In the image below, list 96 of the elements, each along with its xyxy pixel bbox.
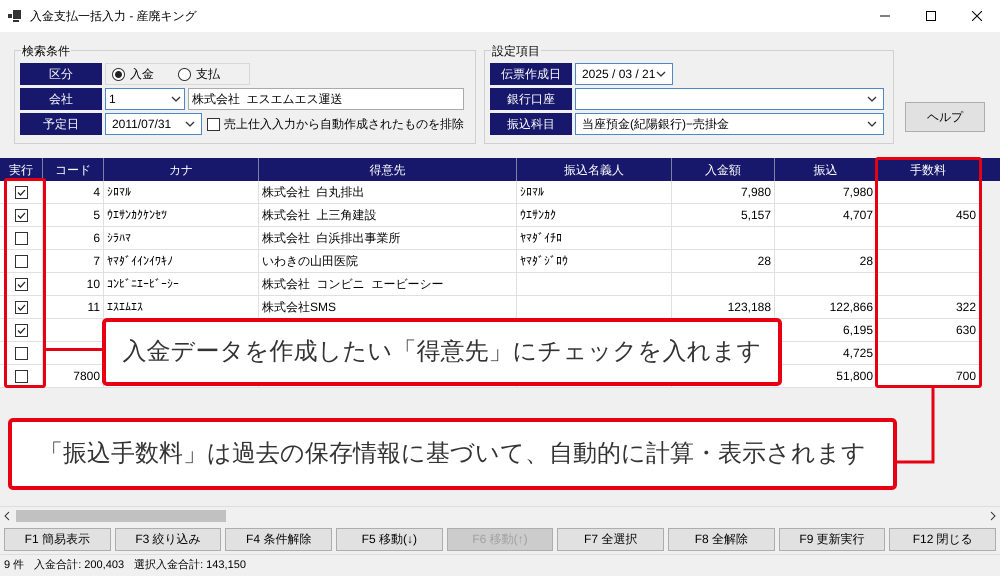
table-cell-text: 630 [956, 322, 976, 339]
chevron-down-icon[interactable] [171, 96, 181, 102]
column-header[interactable]: 入金額 [672, 158, 775, 181]
function-key-button[interactable]: F12 閉じる [889, 528, 996, 550]
function-key-button[interactable]: F7 全選択 [557, 528, 664, 550]
table-cell-text: 4,707 [842, 207, 873, 224]
checkbox[interactable] [207, 118, 220, 130]
checkbox[interactable] [14, 232, 28, 244]
table-cell-text: ｺﾝﾋﾞﾆｴｰﾋﾞｰｼｰ [107, 276, 179, 293]
date-picker[interactable]: 2025 / 03 / 21 [575, 63, 673, 85]
checkbox[interactable] [14, 370, 28, 382]
group-title: 検索条件 [21, 42, 71, 60]
column-header[interactable]: 得意先 [259, 158, 517, 181]
field-label: 振込科目 [490, 113, 572, 135]
status-text: 選択入金合計: 143,150 [134, 558, 246, 574]
field-label: 区分 [20, 63, 102, 85]
table-cell-text: 7800 [73, 368, 100, 385]
chevron-down-icon[interactable] [185, 121, 195, 127]
table-cell-text: 株式会社 上三角建設 [262, 207, 377, 224]
help-button[interactable]: ヘルプ [905, 102, 985, 132]
column-header[interactable]: カナ [104, 158, 259, 181]
column-header[interactable]: 振込名義人 [517, 158, 672, 181]
checkbox[interactable] [14, 278, 28, 290]
code-dropdown[interactable]: 1 [105, 88, 185, 110]
table-cell-text: 株式会社 白浜排出事業所 [262, 230, 401, 247]
table-cell-text: 5,157 [740, 207, 771, 224]
table-cell-text: 51,800 [836, 368, 873, 385]
table-cell-text: 450 [956, 207, 976, 224]
table-cell-text: ｼﾗﾊﾏ [107, 230, 131, 247]
table-cell-text: 28 [758, 253, 771, 270]
window-title: 入金支払一括入力 - 産廃キング [30, 8, 197, 25]
table-cell-text: 6 [93, 230, 100, 247]
status-text: 入金合計: 200,403 [34, 558, 124, 574]
table-cell-text: 株式会社SMS [262, 299, 336, 316]
checkbox-label: 売上仕入入力から自動作成されたものを排除 [224, 116, 464, 133]
table-cell-text: 6,195 [842, 322, 873, 339]
chevron-down-icon[interactable] [867, 96, 877, 102]
table-cell-text: 4,725 [842, 345, 873, 362]
header-background [980, 158, 1000, 181]
table-cell-text: 10 [86, 276, 100, 293]
table-cell-text: 700 [956, 368, 976, 385]
callout: 入金データを作成したい「得意先」にチェックを入れます [102, 318, 782, 386]
field-label: 会社 [20, 88, 102, 110]
function-key-button[interactable]: F8 全解除 [668, 528, 775, 550]
function-key-button[interactable]: F1 簡易表示 [4, 528, 111, 550]
table-cell-text: 11 [88, 299, 100, 316]
column-header[interactable]: 手数料 [877, 158, 980, 181]
app-icon [8, 10, 22, 22]
checkbox[interactable] [14, 208, 28, 222]
field-label: 銀行口座 [490, 88, 572, 110]
table-cell-text: ｳｴｻﾝｶｸ [520, 207, 556, 224]
column-header[interactable]: コード [43, 158, 104, 181]
function-key-button[interactable]: F9 更新実行 [778, 528, 886, 550]
company-name-field[interactable]: 株式会社 エスエムエス運送 [188, 88, 464, 110]
table-cell-text: 7,980 [842, 184, 873, 201]
table-cell-text: ﾔﾏﾀﾞｲｲﾝｲﾜｷﾉ [107, 253, 173, 270]
leader-line [46, 348, 102, 351]
checkbox[interactable] [14, 186, 28, 198]
horizontal-scrollbar[interactable] [0, 506, 1000, 524]
table-cell-text: 5 [93, 207, 100, 224]
chevron-down-icon[interactable] [867, 121, 877, 127]
table-cell-text: 122,866 [830, 299, 873, 316]
column-header[interactable]: 振込 [775, 158, 877, 181]
table-cell-text: 7 [93, 253, 100, 270]
table-cell-text: いわきの山田医院 [262, 253, 358, 270]
group-title: 設定項目 [491, 42, 541, 60]
callout: 「振込手数料」は過去の保存情報に基づいて、自動的に計算・表示されます [8, 418, 897, 490]
table-cell-text: 28 [860, 253, 873, 270]
table-cell-text: 123,188 [728, 299, 771, 316]
table-cell-text: 株式会社 白丸排出 [262, 184, 365, 201]
table-cell-text: 4 [93, 184, 100, 201]
table-cell-text: ﾔﾏﾀﾞｼﾞﾛｳ [520, 253, 568, 270]
table-cell-text: ｴｽｴﾑｴｽ [107, 299, 143, 316]
dropdown[interactable] [575, 88, 884, 110]
table-cell-text: 株式会社 コンビニ エービーシー [262, 276, 444, 293]
radio-button[interactable]: 入金 [112, 65, 154, 83]
table-cell-text: 7,980 [740, 184, 771, 201]
checkbox[interactable] [14, 346, 28, 360]
table-cell-text: ｳｴｻﾝｶｸｹﾝｾﾂ [107, 207, 167, 224]
checkbox[interactable] [14, 300, 28, 314]
function-key-button[interactable]: F5 移動(↓) [336, 528, 443, 550]
table-cell-text: ｼﾛﾏﾙ [520, 184, 544, 201]
checkbox[interactable] [14, 324, 28, 336]
table-cell-text: ﾔﾏﾀﾞｲﾁﾛ [520, 230, 562, 247]
field-label: 予定日 [20, 113, 102, 135]
table-cell-text: 322 [956, 299, 976, 316]
field-label: 伝票作成日 [490, 63, 572, 85]
radio-button[interactable]: 支払 [178, 65, 220, 83]
table-cell-text: ｼﾛﾏﾙ [107, 184, 131, 201]
dropdown[interactable]: 当座預金(紀陽銀行)−売掛金 [575, 113, 884, 135]
function-key-button[interactable]: F3 絞り込み [114, 528, 222, 550]
date-picker[interactable]: 2011/07/31 [105, 113, 202, 135]
checkbox[interactable] [14, 254, 28, 268]
function-key-button[interactable]: F4 条件解除 [225, 528, 332, 550]
status-text: 9 件 [4, 558, 24, 574]
chevron-down-icon[interactable] [656, 71, 666, 77]
